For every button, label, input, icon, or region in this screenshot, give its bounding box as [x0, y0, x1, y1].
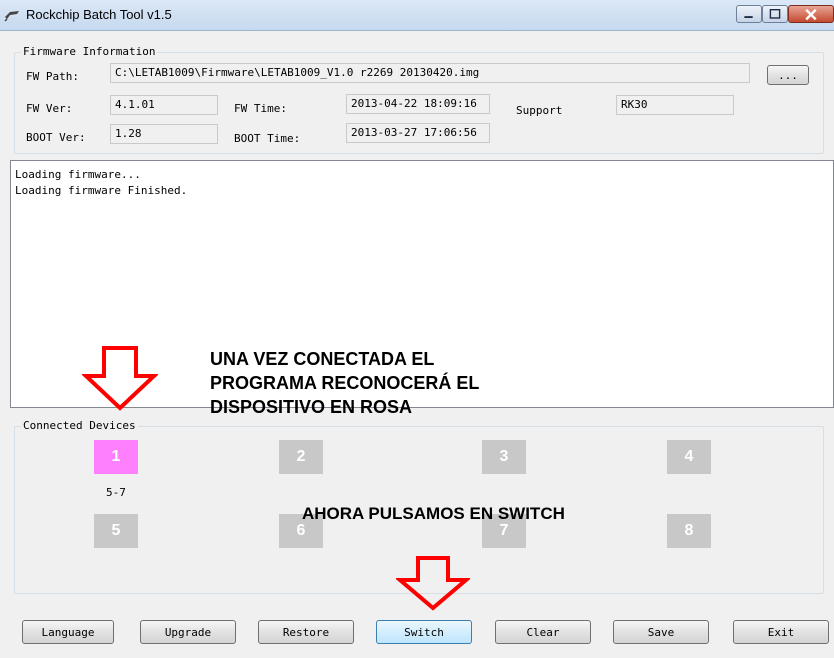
- device-slot-3[interactable]: 3: [482, 440, 526, 474]
- window-title: Rockchip Batch Tool v1.5: [26, 7, 172, 22]
- fw-ver-field: 4.1.01: [110, 95, 218, 115]
- device-slot-2[interactable]: 2: [279, 440, 323, 474]
- upgrade-button[interactable]: Upgrade: [140, 620, 236, 644]
- device-slot-8[interactable]: 8: [667, 514, 711, 548]
- browse-button[interactable]: ...: [767, 65, 809, 85]
- log-line: Loading firmware...: [15, 168, 141, 181]
- boot-ver-label: BOOT Ver:: [26, 131, 86, 144]
- clear-button[interactable]: Clear: [495, 620, 591, 644]
- fw-path-label: FW Path:: [26, 70, 79, 83]
- minimize-button[interactable]: [736, 5, 762, 23]
- switch-button[interactable]: Switch: [376, 620, 472, 644]
- annotation-connect-note: UNA VEZ CONECTADA EL PROGRAMA RECONOCERÁ…: [210, 349, 480, 417]
- down-arrow-icon: [82, 346, 158, 411]
- device-slot-5[interactable]: 5: [94, 514, 138, 548]
- log-line: Loading firmware Finished.: [15, 184, 188, 197]
- boot-ver-field: 1.28: [110, 124, 218, 144]
- maximize-button[interactable]: [762, 5, 788, 23]
- devices-group-label: Connected Devices: [21, 419, 138, 432]
- save-button[interactable]: Save: [613, 620, 709, 644]
- fw-ver-label: FW Ver:: [26, 102, 73, 115]
- restore-button[interactable]: Restore: [258, 620, 354, 644]
- support-label: Support: [516, 104, 563, 117]
- close-icon: [805, 8, 817, 21]
- maximize-icon: [769, 9, 781, 19]
- minimize-icon: [744, 16, 753, 18]
- title-bar[interactable]: Rockchip Batch Tool v1.5: [0, 0, 834, 31]
- language-button[interactable]: Language: [22, 620, 114, 644]
- down-arrow-icon: [396, 556, 470, 611]
- device-slot-4[interactable]: 4: [667, 440, 711, 474]
- device-1-label: 5-7: [106, 486, 126, 499]
- boot-time-field: 2013-03-27 17:06:56: [346, 123, 490, 143]
- fw-time-label: FW Time:: [234, 102, 287, 115]
- firmware-group-label: Firmware Information: [21, 45, 158, 58]
- support-field: RK30: [616, 95, 734, 115]
- app-icon: [4, 11, 19, 22]
- fw-path-field[interactable]: C:\LETAB1009\Firmware\LETAB1009_V1.0 r22…: [110, 63, 750, 83]
- fw-time-field: 2013-04-22 18:09:16: [346, 94, 490, 114]
- close-button[interactable]: [788, 5, 834, 23]
- device-slot-1[interactable]: 1: [94, 440, 138, 474]
- exit-button[interactable]: Exit: [733, 620, 829, 644]
- boot-time-label: BOOT Time:: [234, 132, 301, 145]
- annotation-switch-note: AHORA PULSAMOS EN SWITCH: [302, 504, 565, 523]
